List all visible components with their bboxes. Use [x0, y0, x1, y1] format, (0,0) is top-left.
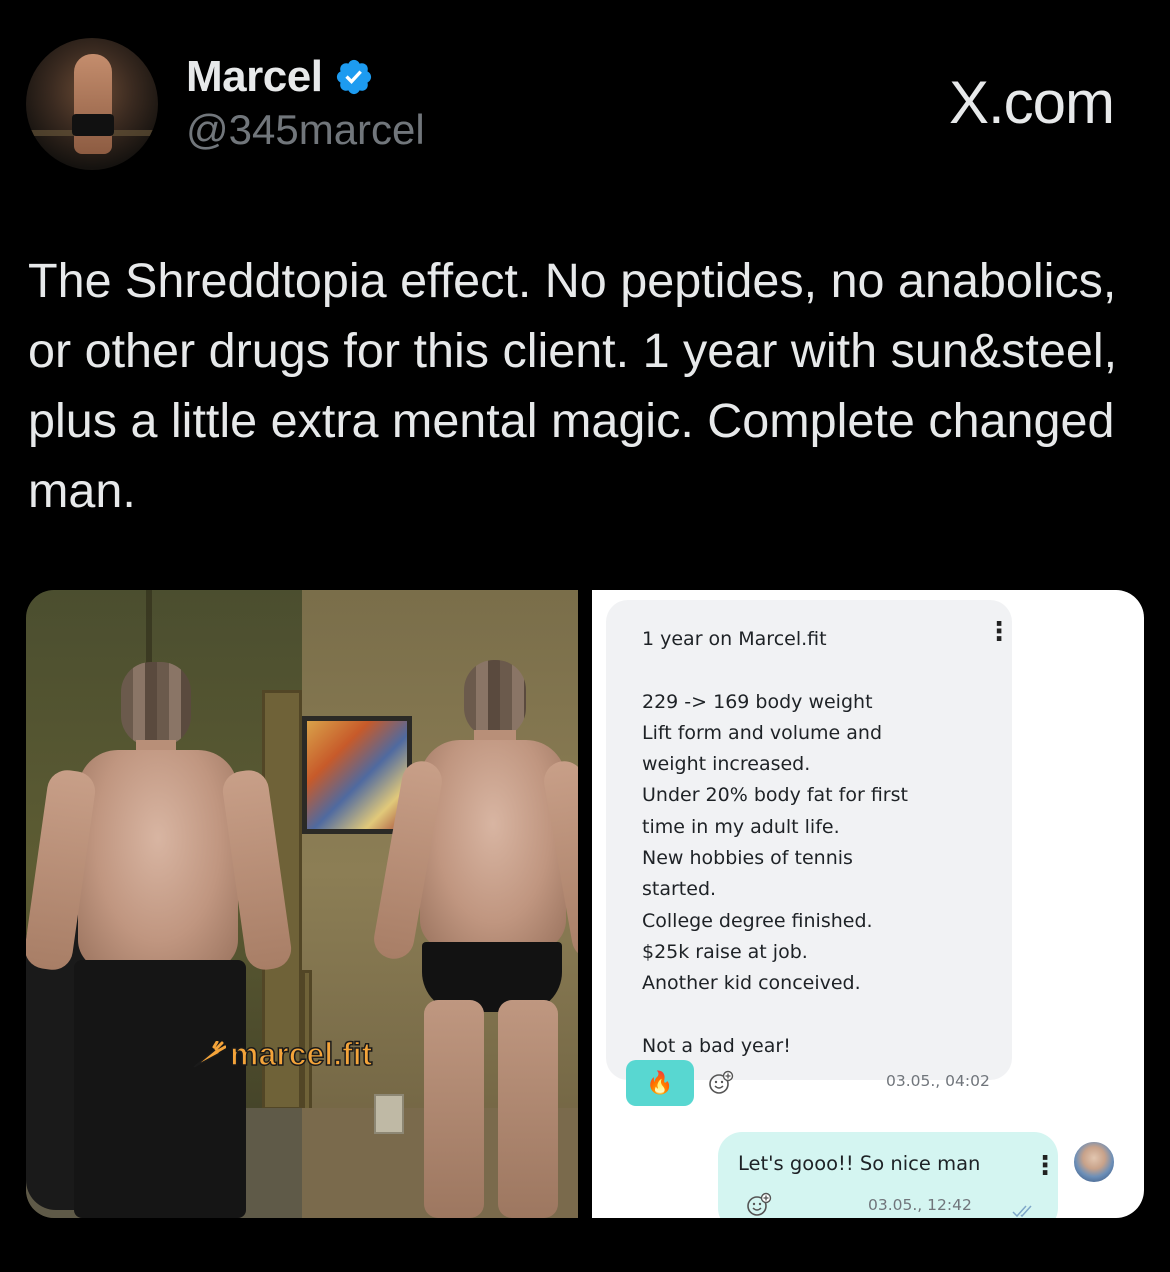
coach-reply-bubble: Let's gooo!! So nice man ⋮ 03.05., 12:42 — [718, 1132, 1058, 1218]
reply-timestamp: 03.05., 12:42 — [868, 1196, 972, 1214]
author-handle[interactable]: @345marcel — [186, 106, 425, 154]
chat-screenshot: 1 year on Marcel.fit 229 -> 169 body wei… — [592, 590, 1144, 1218]
reply-options-icon[interactable]: ⋮ — [1032, 1152, 1058, 1178]
tweet-header: Marcel @345marcel X.com — [0, 0, 1170, 200]
tweet-media[interactable]: marcel.fit 1 year on Marcel.fit 229 -> 1… — [26, 590, 1144, 1218]
author-avatar[interactable] — [26, 38, 158, 170]
author-name[interactable]: Marcel — [186, 52, 323, 102]
add-reaction-icon[interactable] — [708, 1070, 734, 1096]
watermark-text: marcel.fit — [229, 1035, 373, 1073]
fire-reaction[interactable]: 🔥 — [626, 1060, 694, 1106]
verified-badge-icon — [337, 59, 372, 95]
author-name-row: Marcel — [186, 52, 374, 102]
reply-add-reaction-icon[interactable] — [746, 1192, 772, 1218]
message-options-icon[interactable]: ⋮ — [986, 618, 1012, 644]
coach-reply-text: Let's gooo!! So nice man — [738, 1152, 981, 1175]
client-message-bubble: 1 year on Marcel.fit 229 -> 169 body wei… — [606, 600, 1012, 1106]
before-photo — [26, 590, 302, 1218]
client-message-text: 1 year on Marcel.fit 229 -> 169 body wei… — [642, 628, 908, 1057]
coach-avatar[interactable] — [1072, 1140, 1116, 1184]
tweet-text: The Shreddtopia effect. No peptides, no … — [28, 254, 1118, 518]
wall-vent — [374, 1094, 404, 1134]
marcel-fit-watermark: marcel.fit — [192, 1035, 373, 1073]
reaction-emoji: 🔥 — [646, 1070, 674, 1095]
site-label: X.com — [948, 69, 1115, 136]
after-photo — [302, 590, 578, 1218]
read-receipt-icon — [1012, 1205, 1032, 1218]
message-timestamp: 03.05., 04:02 — [886, 1072, 990, 1090]
carrot-icon — [193, 1040, 226, 1068]
